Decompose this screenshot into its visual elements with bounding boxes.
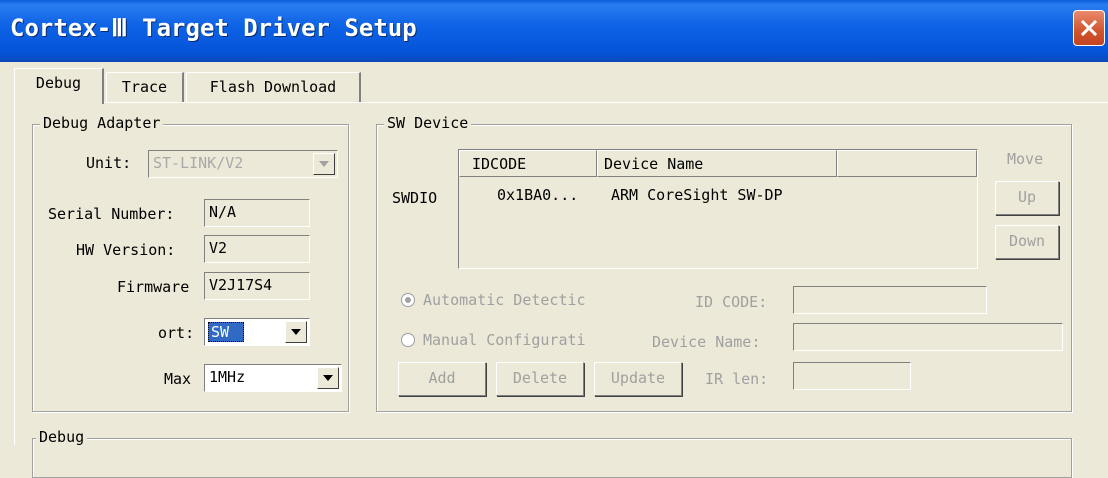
- delete-label: Delete: [512, 369, 568, 387]
- automatic-detection-radio[interactable]: [401, 293, 415, 307]
- port-label: ort:: [158, 324, 195, 342]
- max-clock-value: 1MHz: [209, 368, 246, 386]
- max-clock-label: Max: [164, 370, 192, 388]
- column-header-blank[interactable]: [837, 150, 977, 177]
- window-title: Cortex-Ⅲ Target Driver Setup: [10, 14, 417, 42]
- move-down-button[interactable]: Down: [995, 225, 1059, 259]
- id-code-field[interactable]: [793, 286, 987, 314]
- serial-number-label: Serial Number:: [48, 205, 175, 223]
- table-row[interactable]: 0x1BA0... ARM CoreSight SW-DP: [459, 180, 977, 206]
- manual-configuration-radio[interactable]: [401, 333, 415, 347]
- tab-debug[interactable]: Debug: [14, 68, 104, 104]
- delete-button[interactable]: Delete: [496, 362, 584, 396]
- move-label: Move: [1007, 150, 1044, 168]
- manual-configuration-option[interactable]: Manual Configurati: [401, 331, 681, 351]
- tab-trace[interactable]: Trace: [106, 72, 184, 102]
- row-idcode: 0x1BA0...: [497, 186, 579, 204]
- device-name-field[interactable]: [793, 323, 1063, 351]
- tab-debug-label: Debug: [35, 74, 82, 92]
- automatic-detection-option[interactable]: Automatic Detectic: [401, 291, 681, 311]
- hw-version-label: HW Version:: [76, 241, 176, 259]
- add-button[interactable]: Add: [398, 362, 486, 396]
- hw-version-value: V2: [209, 239, 228, 257]
- port-dropdown-button[interactable]: [285, 321, 307, 343]
- move-up-label: Up: [1017, 188, 1037, 206]
- firmware-value: V2J17S4: [209, 276, 273, 294]
- add-label: Add: [428, 369, 456, 387]
- column-header-device-name[interactable]: Device Name: [597, 150, 837, 177]
- hw-version-field: V2: [204, 235, 310, 263]
- chevron-down-icon: [323, 375, 333, 381]
- port-select[interactable]: SW: [204, 318, 310, 346]
- unit-dropdown-button[interactable]: [313, 153, 335, 175]
- debug-group-legend: Debug: [36, 428, 88, 446]
- unit-select[interactable]: ST-LINK/V2: [148, 150, 338, 178]
- chevron-down-icon: [319, 161, 329, 167]
- serial-number-field: N/A: [204, 199, 310, 227]
- update-label: Update: [610, 369, 666, 387]
- column-header-idcode[interactable]: IDCODE: [459, 150, 597, 177]
- tab-trace-label: Trace: [121, 78, 168, 96]
- debug-group: [32, 438, 1072, 478]
- ir-len-label: IR len:: [705, 370, 769, 388]
- firmware-label: Firmware: [117, 278, 190, 296]
- ir-len-field[interactable]: [793, 362, 911, 390]
- manual-configuration-label: Manual Configurati: [423, 331, 586, 349]
- tab-flash-download-label: Flash Download: [209, 78, 337, 96]
- id-code-label: ID CODE:: [695, 293, 768, 311]
- unit-label: Unit:: [86, 154, 132, 172]
- serial-number-value: N/A: [209, 203, 237, 221]
- device-name-label: Device Name:: [652, 333, 761, 351]
- firmware-field: V2J17S4: [204, 272, 310, 300]
- move-up-button[interactable]: Up: [995, 181, 1059, 215]
- tab-flash-download[interactable]: Flash Download: [186, 72, 361, 102]
- device-list[interactable]: IDCODE Device Name 0x1BA0... ARM CoreSig…: [458, 149, 978, 269]
- max-clock-select[interactable]: 1MHz: [204, 364, 342, 392]
- unit-value: ST-LINK/V2: [153, 154, 244, 172]
- update-button[interactable]: Update: [594, 362, 682, 396]
- chevron-down-icon: [291, 329, 301, 335]
- debug-adapter-legend: Debug Adapter: [40, 114, 164, 132]
- automatic-detection-label: Automatic Detectic: [423, 291, 586, 309]
- swdio-label: SWDIO: [392, 189, 438, 207]
- row-device-name: ARM CoreSight SW-DP: [611, 186, 783, 204]
- close-icon: [1080, 19, 1098, 37]
- max-clock-dropdown-button[interactable]: [317, 367, 339, 389]
- port-value: SW: [208, 322, 245, 342]
- close-button[interactable]: [1073, 10, 1105, 46]
- move-down-label: Down: [1008, 232, 1046, 250]
- sw-device-legend: SW Device: [384, 114, 472, 132]
